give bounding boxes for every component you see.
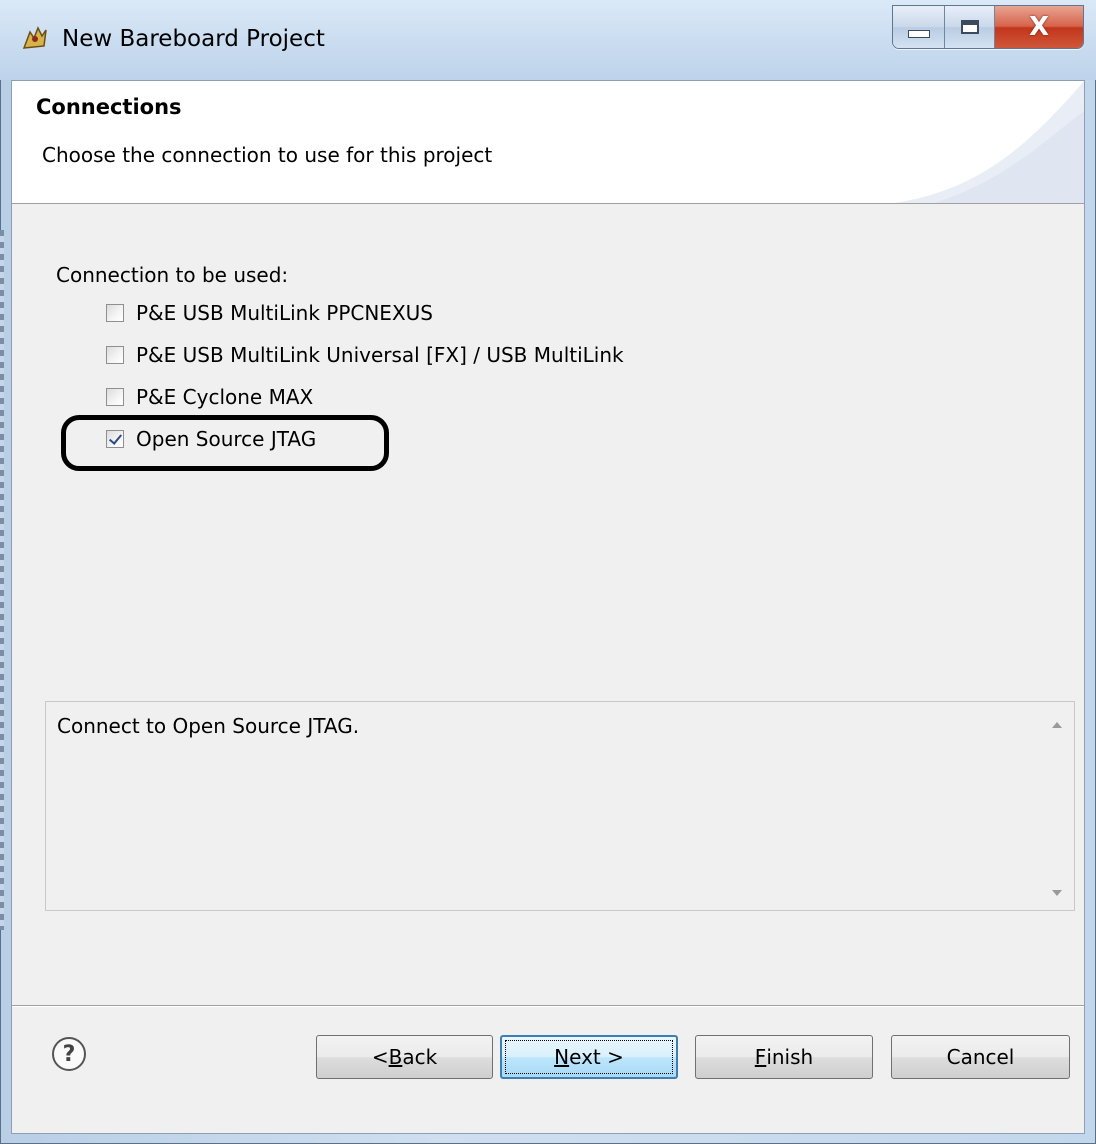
header-decoration [894,81,1084,203]
connection-option-pe-cyclone[interactable]: P&E Cyclone MAX [106,382,313,412]
back-mnemonic: B [388,1045,403,1069]
maximize-button[interactable] [945,6,995,48]
window-controls: X [892,5,1084,49]
connection-option-label: P&E USB MultiLink PPCNEXUS [136,301,433,325]
minimize-button[interactable] [893,6,945,48]
maximize-icon [960,20,979,34]
wizard-header: Connections Choose the connection to use… [12,81,1084,204]
vertical-scrollbar[interactable] [1044,702,1074,910]
window-title: New Bareboard Project [62,26,325,52]
connection-option-label: P&E Cyclone MAX [136,385,314,409]
connection-option-pe-ppcnexus[interactable]: P&E USB MultiLink PPCNEXUS [106,298,433,328]
finish-button[interactable]: Finish [695,1035,873,1079]
scroll-down-arrow-icon[interactable] [1052,890,1062,896]
cancel-button[interactable]: Cancel [891,1035,1070,1079]
page-title: Connections [36,95,182,119]
checkbox[interactable] [106,304,124,322]
highlight-annotation [61,415,389,471]
checkbox[interactable] [106,388,124,406]
minimize-icon [907,30,930,38]
page-description: Choose the connection to use for this pr… [42,143,493,167]
close-icon: X [1028,12,1050,42]
scroll-up-arrow-icon[interactable] [1052,722,1062,728]
connection-label: Connection to be used: [56,263,289,287]
footer-separator [12,1005,1084,1007]
back-label-post: ack [402,1045,438,1069]
description-text: Connect to Open Source JTAG. [57,714,360,738]
next-button[interactable]: Next > [500,1035,678,1079]
window-edge [0,230,4,930]
back-button[interactable]: < Back [316,1035,493,1079]
dialog-client-area: Connections Choose the connection to use… [11,80,1085,1134]
finish-label-post: inish [766,1045,814,1069]
connection-option-label: P&E USB MultiLink Universal [FX] / USB M… [136,343,624,367]
back-label-pre: < [371,1045,389,1069]
app-icon [20,24,50,52]
title-bar[interactable]: New Bareboard Project X [0,0,1096,80]
help-icon[interactable]: ? [52,1037,86,1071]
focus-indicator [505,1040,673,1074]
finish-mnemonic: F [754,1045,767,1069]
checkbox[interactable] [106,346,124,364]
description-box: Connect to Open Source JTAG. [45,701,1075,911]
close-button[interactable]: X [995,6,1083,48]
connection-option-pe-universal[interactable]: P&E USB MultiLink Universal [FX] / USB M… [106,340,624,370]
